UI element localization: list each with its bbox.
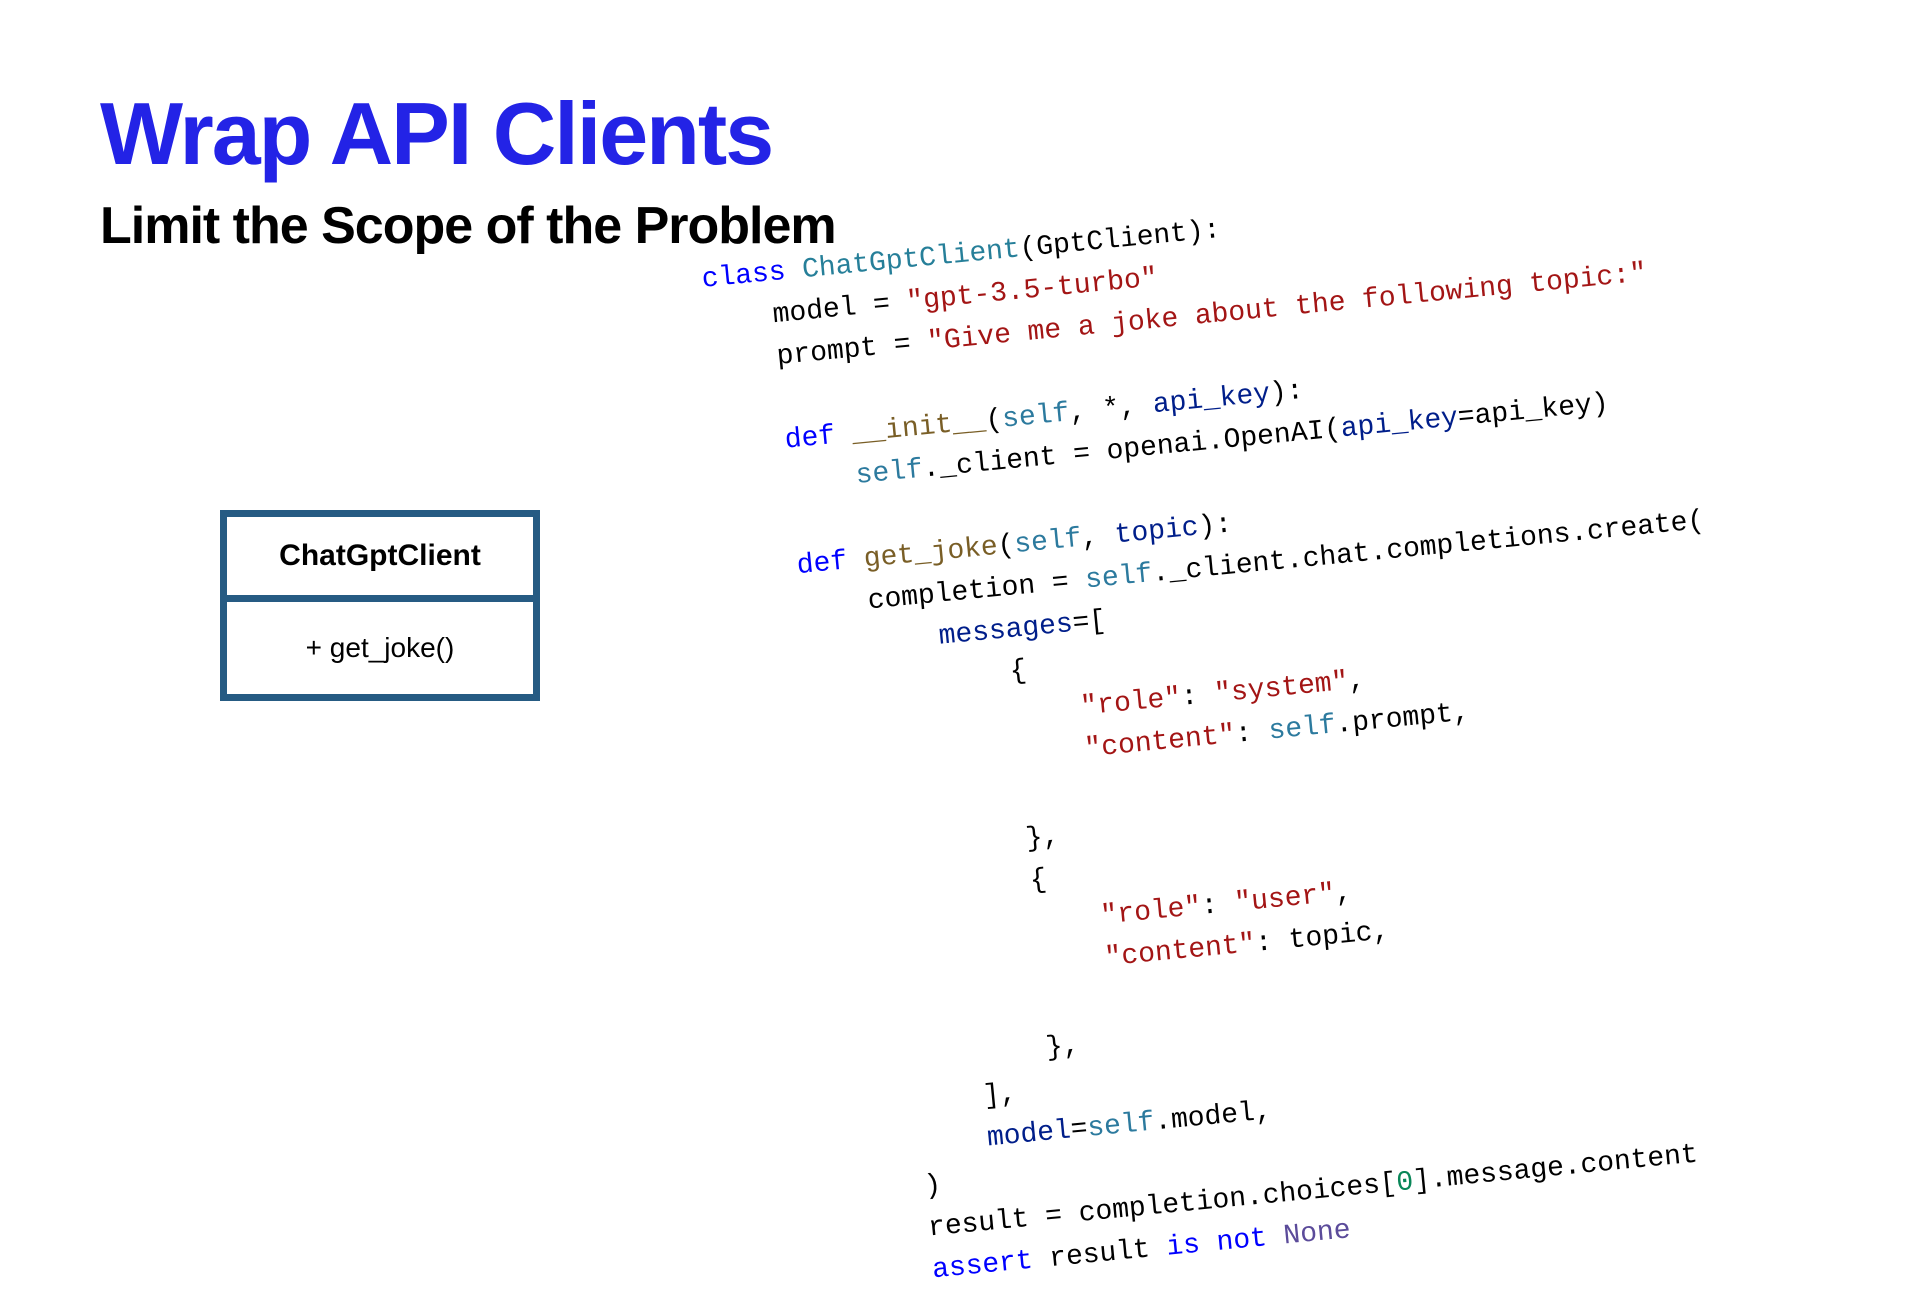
code-token: topic bbox=[1113, 513, 1200, 552]
code-token: model = bbox=[705, 287, 909, 337]
code-token: ): bbox=[1269, 376, 1305, 410]
code-token: def bbox=[783, 421, 836, 457]
code-token: "role" bbox=[1099, 892, 1202, 933]
code-token bbox=[773, 1017, 776, 1048]
code-token: get_joke bbox=[862, 532, 999, 576]
code-token: model bbox=[986, 1116, 1073, 1155]
code-token: =api_key) bbox=[1457, 389, 1611, 434]
code-token: api_key bbox=[1151, 379, 1271, 421]
code-token: , bbox=[1347, 665, 1367, 697]
code-token: prompt = bbox=[709, 328, 929, 380]
code-token: self bbox=[1086, 1107, 1156, 1144]
code-token: __init__ bbox=[850, 406, 987, 450]
code-token: .model, bbox=[1153, 1096, 1273, 1138]
code-token: : bbox=[1200, 889, 1236, 923]
code-token: "role" bbox=[1079, 683, 1182, 724]
code-token: : bbox=[1234, 717, 1270, 751]
code-token: ].message.content bbox=[1412, 1140, 1699, 1198]
code-token: self bbox=[1267, 710, 1337, 747]
code-token bbox=[753, 808, 756, 839]
code-token: "user" bbox=[1233, 879, 1336, 920]
code-token: ): bbox=[1197, 509, 1233, 543]
code-token bbox=[737, 622, 941, 672]
code-token: None bbox=[1282, 1215, 1352, 1252]
code-token: self bbox=[1001, 398, 1071, 435]
code-token: self bbox=[1084, 559, 1154, 596]
code-token: result bbox=[1031, 1233, 1168, 1277]
code-token: .prompt, bbox=[1334, 697, 1471, 741]
code-token: , bbox=[1334, 878, 1354, 910]
code-token: : topic, bbox=[1254, 916, 1391, 960]
code-token: : bbox=[1180, 680, 1216, 714]
code-token bbox=[785, 1124, 989, 1174]
code-snippet: class ChatGptClient(GptClient): model = … bbox=[700, 126, 1920, 1305]
code-token bbox=[721, 461, 858, 505]
code-token bbox=[713, 390, 716, 421]
code-token: "content" bbox=[1103, 929, 1257, 974]
code-token: class bbox=[700, 257, 787, 296]
code-token: =[ bbox=[1071, 606, 1107, 640]
code-token: "content" bbox=[1083, 720, 1237, 765]
code-token: , bbox=[1080, 521, 1116, 555]
code-token: self bbox=[1013, 524, 1083, 561]
code-token: messages bbox=[937, 609, 1074, 653]
code-token: api_key bbox=[1339, 403, 1459, 445]
code-token bbox=[717, 426, 787, 463]
code-token: def bbox=[796, 546, 849, 582]
code-token bbox=[729, 551, 799, 588]
code-token bbox=[725, 516, 728, 547]
code-token: }, bbox=[777, 1030, 1081, 1090]
code-token: assert bbox=[931, 1246, 1034, 1287]
uml-class-name: ChatGptClient bbox=[227, 517, 533, 602]
code-token: ._client.chat.completions.create( bbox=[1151, 506, 1706, 590]
code-token bbox=[797, 1255, 934, 1299]
code-token: , *, bbox=[1068, 390, 1155, 429]
code-token: is not bbox=[1165, 1223, 1268, 1264]
slide: Wrap API Clients Limit the Scope of the … bbox=[0, 0, 1920, 1080]
slide-title: Wrap API Clients bbox=[100, 90, 1820, 178]
code-token: "Give me a joke about the following topi… bbox=[926, 258, 1648, 358]
uml-method: + get_joke() bbox=[227, 602, 533, 694]
uml-class-box: ChatGptClient + get_joke() bbox=[220, 510, 540, 701]
code-token: ) bbox=[789, 1170, 943, 1215]
code-token: self bbox=[854, 455, 924, 492]
code-token: "system" bbox=[1213, 667, 1350, 711]
